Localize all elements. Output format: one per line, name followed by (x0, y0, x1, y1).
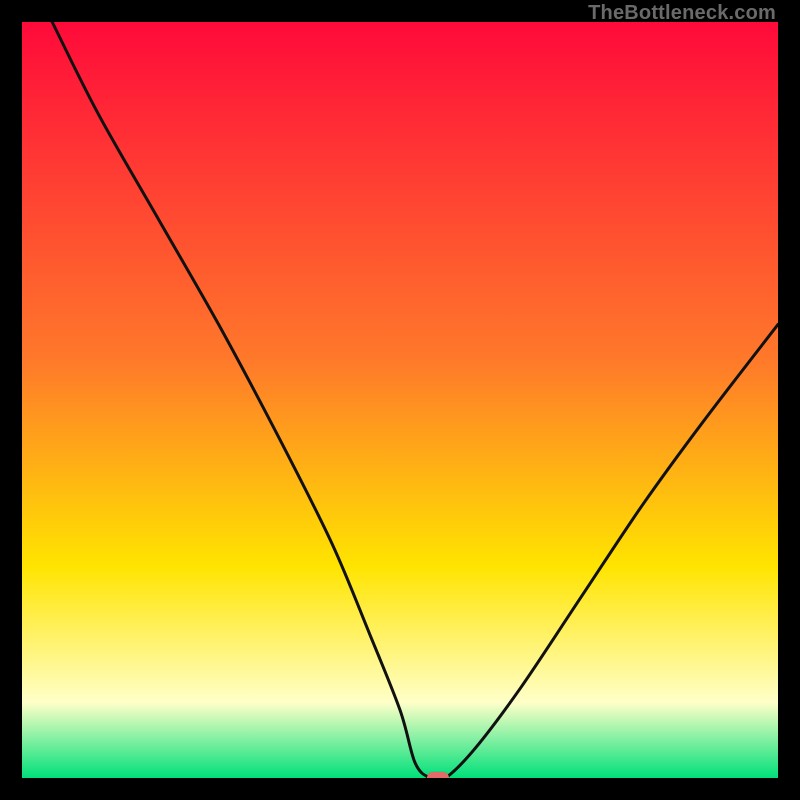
optimal-marker (427, 772, 449, 778)
bottleneck-curve (52, 22, 778, 778)
curve-layer (22, 22, 778, 778)
plot-area (22, 22, 778, 778)
chart-frame: { "watermark": "TheBottleneck.com", "col… (0, 0, 800, 800)
